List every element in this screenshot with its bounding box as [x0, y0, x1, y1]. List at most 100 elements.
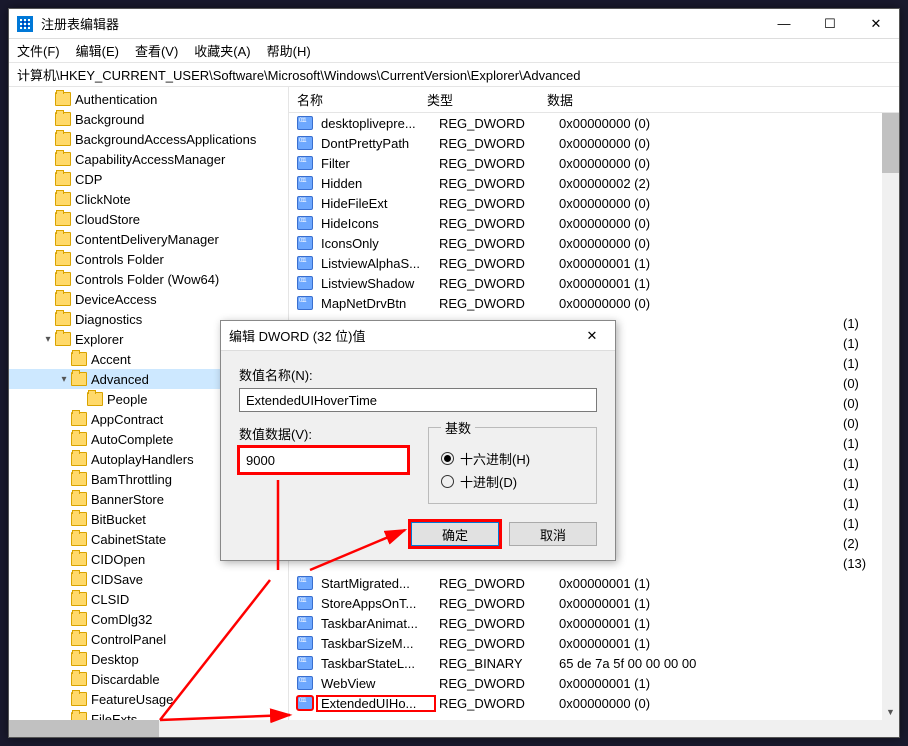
value-row[interactable]: MapNetDrvBtnREG_DWORD0x00000000 (0)	[289, 293, 899, 313]
tree-item-backgroundaccessapplications[interactable]: BackgroundAccessApplications	[9, 129, 288, 149]
value-type: REG_DWORD	[435, 616, 555, 631]
folder-icon	[55, 272, 71, 286]
value-name: TaskbarAnimat...	[317, 616, 435, 631]
scroll-down-icon[interactable]: ▼	[882, 703, 899, 720]
folder-icon	[71, 532, 87, 546]
value-row[interactable]: IconsOnlyREG_DWORD0x00000000 (0)	[289, 233, 899, 253]
menu-help[interactable]: 帮助(H)	[267, 41, 311, 60]
value-data: 0x00000001 (1)	[555, 636, 899, 651]
menu-view[interactable]: 查看(V)	[135, 41, 178, 60]
tree-item-cloudstore[interactable]: CloudStore	[9, 209, 288, 229]
tree-item-background[interactable]: Background	[9, 109, 288, 129]
value-row[interactable]: ListviewShadowREG_DWORD0x00000001 (1)	[289, 273, 899, 293]
window-title: 注册表编辑器	[41, 14, 761, 33]
values-scrollbar[interactable]: ▲ ▼	[882, 113, 899, 720]
value-row[interactable]: FilterREG_DWORD0x00000000 (0)	[289, 153, 899, 173]
tree-item-desktop[interactable]: Desktop	[9, 649, 288, 669]
value-name: ExtendedUIHo...	[317, 696, 435, 711]
tree-item-label: Background	[75, 112, 144, 127]
tree-item-label: Diagnostics	[75, 312, 142, 327]
dialog-close-button[interactable]: ✕	[577, 328, 607, 344]
value-row[interactable]: DontPrettyPathREG_DWORD0x00000000 (0)	[289, 133, 899, 153]
value-type: REG_DWORD	[435, 296, 555, 311]
value-data-field[interactable]	[239, 447, 408, 473]
value-row[interactable]: TaskbarAnimat...REG_DWORD0x00000001 (1)	[289, 613, 899, 633]
value-row[interactable]: desktoplivepre...REG_DWORD0x00000000 (0)	[289, 113, 899, 133]
tree-item-label: BamThrottling	[91, 472, 172, 487]
tree-item-cdp[interactable]: CDP	[9, 169, 288, 189]
tree-item-controls-folder[interactable]: Controls Folder	[9, 249, 288, 269]
col-type[interactable]: 类型	[419, 90, 539, 109]
tree-item-label: FeatureUsage	[91, 692, 173, 707]
dword-icon	[297, 296, 313, 310]
tree-item-deviceaccess[interactable]: DeviceAccess	[9, 289, 288, 309]
value-row[interactable]: HideIconsREG_DWORD0x00000000 (0)	[289, 213, 899, 233]
value-row[interactable]: StartMigrated...REG_DWORD0x00000001 (1)	[289, 573, 899, 593]
edit-dword-dialog: 编辑 DWORD (32 位)值 ✕ 数值名称(N): 数值数据(V): 基数 …	[220, 320, 616, 561]
col-data[interactable]: 数据	[539, 90, 899, 109]
tree-item-controls-folder-wow64-[interactable]: Controls Folder (Wow64)	[9, 269, 288, 289]
menu-favorites[interactable]: 收藏夹(A)	[194, 41, 250, 60]
tree-item-label: Discardable	[91, 672, 160, 687]
dialog-titlebar[interactable]: 编辑 DWORD (32 位)值 ✕	[221, 321, 615, 351]
value-name: MapNetDrvBtn	[317, 296, 435, 311]
chevron-icon: ▾	[41, 334, 55, 345]
value-name: desktoplivepre...	[317, 116, 435, 131]
value-row[interactable]: WebViewREG_DWORD0x00000001 (1)	[289, 673, 899, 693]
value-type: REG_DWORD	[435, 676, 555, 691]
dword-icon	[297, 596, 313, 610]
tree-item-label: AutoplayHandlers	[91, 452, 194, 467]
value-row[interactable]: TaskbarStateL...REG_BINARY65 de 7a 5f 00…	[289, 653, 899, 673]
close-button[interactable]: ✕	[853, 9, 899, 39]
folder-icon	[55, 172, 71, 186]
tree-item-discardable[interactable]: Discardable	[9, 669, 288, 689]
minimize-button[interactable]: —	[761, 9, 807, 39]
col-name[interactable]: 名称	[289, 90, 419, 109]
hscroll-thumb[interactable]	[9, 720, 159, 737]
folder-icon	[71, 372, 87, 386]
folder-icon	[71, 692, 87, 706]
value-name: TaskbarStateL...	[317, 656, 435, 671]
radio-dec[interactable]: 十进制(D)	[441, 472, 584, 491]
cancel-button[interactable]: 取消	[509, 522, 597, 546]
ok-button[interactable]: 确定	[411, 522, 499, 546]
tree-item-clsid[interactable]: CLSID	[9, 589, 288, 609]
tree-item-label: CDP	[75, 172, 102, 187]
menu-edit[interactable]: 编辑(E)	[76, 41, 119, 60]
dword-icon	[297, 656, 313, 670]
menu-file[interactable]: 文件(F)	[17, 41, 60, 60]
value-type: REG_DWORD	[435, 256, 555, 271]
value-row[interactable]: HiddenREG_DWORD0x00000002 (2)	[289, 173, 899, 193]
value-name-field[interactable]	[239, 388, 597, 412]
tree-item-label: CloudStore	[75, 212, 140, 227]
tree-item-label: FileExts	[91, 712, 137, 721]
tree-item-fileexts[interactable]: FileExts	[9, 709, 288, 720]
scroll-thumb[interactable]	[882, 113, 899, 173]
value-data: 0x00000001 (1)	[555, 256, 899, 271]
tree-item-featureusage[interactable]: FeatureUsage	[9, 689, 288, 709]
tree-item-cidsave[interactable]: CIDSave	[9, 569, 288, 589]
value-row[interactable]: TaskbarSizeM...REG_DWORD0x00000001 (1)	[289, 633, 899, 653]
value-data: 0x00000000 (0)	[555, 696, 899, 711]
value-name: IconsOnly	[317, 236, 435, 251]
folder-icon	[71, 472, 87, 486]
value-type: REG_DWORD	[435, 196, 555, 211]
tree-item-contentdeliverymanager[interactable]: ContentDeliveryManager	[9, 229, 288, 249]
horizontal-scrollbar[interactable]	[9, 720, 899, 737]
tree-item-label: AutoComplete	[91, 432, 173, 447]
maximize-button[interactable]: ☐	[807, 9, 853, 39]
tree-item-authentication[interactable]: Authentication	[9, 89, 288, 109]
radio-hex[interactable]: 十六进制(H)	[441, 449, 584, 468]
tree-item-capabilityaccessmanager[interactable]: CapabilityAccessManager	[9, 149, 288, 169]
tree-item-controlpanel[interactable]: ControlPanel	[9, 629, 288, 649]
tree-item-comdlg32[interactable]: ComDlg32	[9, 609, 288, 629]
address-bar[interactable]: 计算机\HKEY_CURRENT_USER\Software\Microsoft…	[9, 63, 899, 87]
value-row[interactable]: StoreAppsOnT...REG_DWORD0x00000001 (1)	[289, 593, 899, 613]
value-name: TaskbarSizeM...	[317, 636, 435, 651]
tree-item-clicknote[interactable]: ClickNote	[9, 189, 288, 209]
folder-icon	[71, 632, 87, 646]
value-row[interactable]: ListviewAlphaS...REG_DWORD0x00000001 (1)	[289, 253, 899, 273]
base-fieldset: 基数 十六进制(H) 十进制(D)	[428, 418, 597, 504]
value-row[interactable]: ExtendedUIHo...REG_DWORD0x00000000 (0)	[289, 693, 899, 713]
value-row[interactable]: HideFileExtREG_DWORD0x00000000 (0)	[289, 193, 899, 213]
